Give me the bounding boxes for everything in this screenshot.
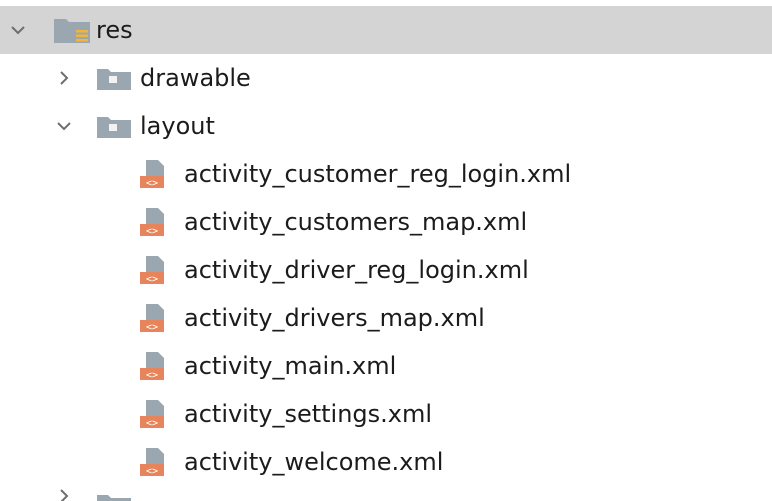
xml-file-icon: <> <box>138 350 170 382</box>
svg-text:<>: <> <box>146 274 158 285</box>
project-tree: res drawable layout <> activity_customer… <box>0 0 772 501</box>
tree-node-file[interactable]: <> activity_main.xml <box>0 342 772 390</box>
svg-text:<>: <> <box>146 178 158 189</box>
xml-file-icon: <> <box>138 302 170 334</box>
tree-node-layout[interactable]: layout <box>0 102 772 150</box>
tree-node-label: activity_customers_map.xml <box>184 208 528 236</box>
tree-node-label: activity_welcome.xml <box>184 448 444 476</box>
xml-file-icon: <> <box>138 206 170 238</box>
tree-node-label: activity_main.xml <box>184 352 397 380</box>
folder-icon <box>96 114 132 140</box>
svg-text:<>: <> <box>146 466 158 477</box>
tree-node-res[interactable]: res <box>0 6 772 54</box>
tree-node-label: activity_drivers_map.xml <box>184 304 485 332</box>
chevron-right-icon[interactable] <box>54 486 74 501</box>
folder-icon <box>96 66 132 92</box>
tree-node-partial[interactable] <box>0 486 772 501</box>
tree-node-file[interactable]: <> activity_drivers_map.xml <box>0 294 772 342</box>
tree-node-file[interactable]: <> activity_customer_reg_login.xml <box>0 150 772 198</box>
svg-text:<>: <> <box>146 418 158 429</box>
svg-text:<>: <> <box>146 370 158 381</box>
xml-file-icon: <> <box>138 446 170 478</box>
xml-file-icon: <> <box>138 158 170 190</box>
xml-file-icon: <> <box>138 254 170 286</box>
tree-node-file[interactable]: <> activity_customers_map.xml <box>0 198 772 246</box>
svg-text:<>: <> <box>146 226 158 237</box>
folder-icon <box>96 492 132 501</box>
chevron-right-icon[interactable] <box>54 68 74 88</box>
xml-file-icon: <> <box>138 398 170 430</box>
tree-node-drawable[interactable]: drawable <box>0 54 772 102</box>
tree-node-label: activity_customer_reg_login.xml <box>184 160 572 188</box>
tree-node-file[interactable]: <> activity_welcome.xml <box>0 438 772 486</box>
tree-node-label: layout <box>140 112 215 140</box>
tree-node-label: drawable <box>140 64 251 92</box>
tree-node-file[interactable]: <> activity_settings.xml <box>0 390 772 438</box>
resource-folder-icon <box>52 15 92 45</box>
tree-node-label: activity_settings.xml <box>184 400 433 428</box>
chevron-down-icon[interactable] <box>54 116 74 136</box>
chevron-down-icon[interactable] <box>8 20 28 40</box>
svg-text:<>: <> <box>146 322 158 333</box>
tree-node-label: res <box>96 16 133 44</box>
tree-node-file[interactable]: <> activity_driver_reg_login.xml <box>0 246 772 294</box>
tree-node-label: activity_driver_reg_login.xml <box>184 256 529 284</box>
